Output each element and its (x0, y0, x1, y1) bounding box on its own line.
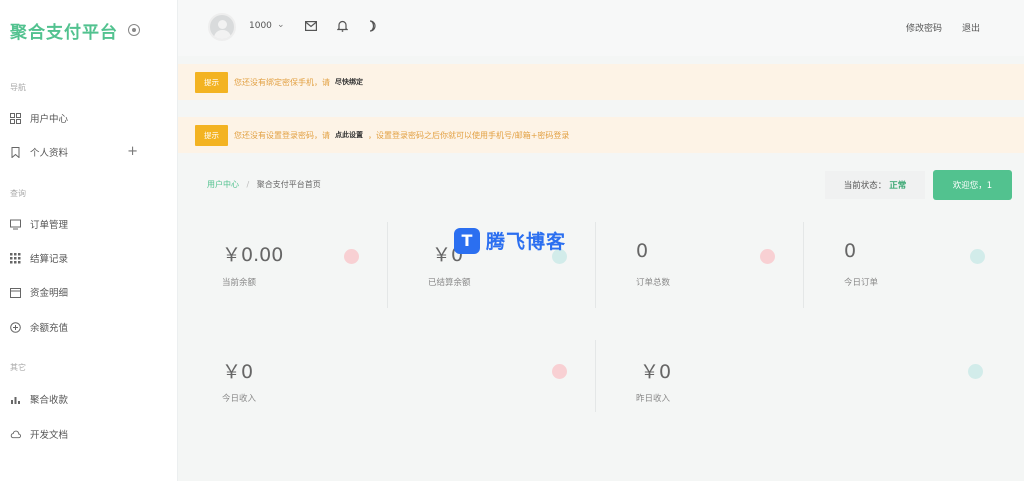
expand-plus-icon[interactable]: + (127, 144, 138, 159)
sidebar-item-collect[interactable]: 聚合收款 (10, 389, 160, 409)
sidebar-item-label: 开发文档 (30, 430, 69, 441)
stat-label: 今日订单 (844, 278, 879, 288)
sidebar-item-label: 用户中心 (30, 114, 69, 125)
stat-card-income-today: ￥0 今日收入 (200, 340, 596, 412)
stat-card-orders-today: 0 今日订单 (804, 222, 1014, 308)
dashboard-icon (10, 112, 21, 124)
group-title-other: 其它 (10, 363, 26, 372)
alert-set-password: 提示 您还没有设置登录密码，请 点此设置 ，设置登录密码之后你就可以使用手机号/… (178, 117, 1024, 153)
stat-indicator-dot (760, 249, 775, 264)
set-password-link[interactable]: 点此设置 (335, 130, 363, 140)
breadcrumb-separator: / (246, 180, 250, 189)
alert-message: 您还没有绑定密保手机，请 (234, 77, 330, 87)
alert-message-suffix: ，设置登录密码之后你就可以使用手机号/邮箱+密码登录 (368, 130, 570, 140)
watermark: T 腾飞博客 (454, 227, 566, 254)
edit-password-link[interactable]: 修改密码 (906, 21, 942, 34)
status-label: 当前状态： (843, 181, 887, 191)
sidebar-item-profile[interactable]: 个人资料 + (10, 142, 160, 162)
moon-icon[interactable] (365, 19, 379, 33)
sidebar-item-label: 资金明细 (30, 288, 69, 299)
sidebar-item-docs[interactable]: 开发文档 (10, 424, 160, 444)
plus-circle-icon (10, 321, 21, 333)
stat-label: 已结算余额 (428, 278, 471, 288)
alert-message: 您还没有设置登录密码，请 (234, 130, 330, 140)
calendar-icon (10, 287, 21, 298)
sidebar-item-settlement[interactable]: 结算记录 (10, 248, 160, 268)
stat-value: ￥0 (222, 361, 254, 383)
sidebar-item-label: 聚合收款 (30, 395, 69, 406)
top-header: 1000 ⌄ 修改密码 退出 (178, 0, 1024, 56)
welcome-button[interactable]: 欢迎您，1 (933, 170, 1012, 200)
bind-phone-link[interactable]: 尽快绑定 (335, 77, 363, 87)
stat-label: 当前余额 (222, 278, 257, 288)
grid-icon (10, 252, 21, 264)
stat-value: ￥0.00 (222, 244, 284, 266)
sidebar: 聚合支付平台 导航 用户中心 个人资料 + 查询 订单管理 结算记录 资金明细 (0, 0, 178, 481)
alert-bind-phone: 提示 您还没有绑定密保手机，请 尽快绑定 (178, 64, 1024, 100)
chevron-down-icon[interactable]: ⌄ (277, 20, 285, 30)
sidebar-item-orders[interactable]: 订单管理 (10, 214, 160, 234)
stat-label: 昨日收入 (636, 394, 671, 404)
stat-indicator-dot (552, 364, 567, 379)
stat-label: 订单总数 (636, 278, 671, 288)
stat-card-income-yesterday: ￥0 昨日收入 (596, 340, 1014, 412)
alert-tag: 提示 (195, 124, 228, 146)
stat-indicator-dot (968, 364, 983, 379)
brand-title[interactable]: 聚合支付平台 (10, 18, 118, 43)
sidebar-item-label: 结算记录 (30, 254, 69, 265)
monitor-icon (10, 219, 21, 230)
bell-icon[interactable] (335, 19, 349, 33)
group-title-nav: 导航 (10, 83, 26, 92)
stat-value: 0 (844, 240, 857, 262)
breadcrumb-current[interactable]: 用户中心 (207, 180, 239, 189)
status-badge: 当前状态： 正常 (825, 171, 925, 199)
watermark-logo-icon: T (454, 227, 480, 254)
group-title-query: 查询 (10, 189, 26, 198)
bar-chart-icon (10, 394, 21, 405)
sidebar-item-user-center[interactable]: 用户中心 (10, 108, 160, 128)
stat-card-orders-total: 0 订单总数 (596, 222, 804, 308)
stat-value: 0 (636, 240, 649, 262)
sidebar-item-recharge[interactable]: 余额充值 (10, 317, 160, 337)
stat-label: 今日收入 (222, 394, 257, 404)
breadcrumb-page: 聚合支付平台首页 (256, 180, 321, 189)
breadcrumb: 用户中心 / 聚合支付平台首页 (207, 179, 321, 190)
stat-value: ￥0 (640, 361, 672, 383)
status-value: 正常 (889, 181, 907, 191)
logout-link[interactable]: 退出 (962, 21, 980, 34)
alert-tag: 提示 (195, 71, 228, 93)
stat-card-balance: ￥0.00 当前余额 (200, 222, 388, 308)
sidebar-toggle-icon[interactable] (128, 24, 140, 36)
watermark-text: 腾飞博客 (486, 231, 567, 253)
cloud-icon (10, 429, 21, 440)
stat-indicator-dot (970, 249, 985, 264)
bookmark-icon (10, 146, 21, 158)
avatar[interactable] (208, 13, 236, 41)
mail-icon[interactable] (304, 19, 318, 33)
sidebar-item-funds[interactable]: 资金明细 (10, 282, 160, 302)
sidebar-item-label: 个人资料 (30, 148, 69, 159)
sidebar-item-label: 订单管理 (30, 220, 69, 231)
sidebar-item-label: 余额充值 (30, 323, 69, 334)
username[interactable]: 1000 (249, 21, 272, 31)
stat-indicator-dot (344, 249, 359, 264)
